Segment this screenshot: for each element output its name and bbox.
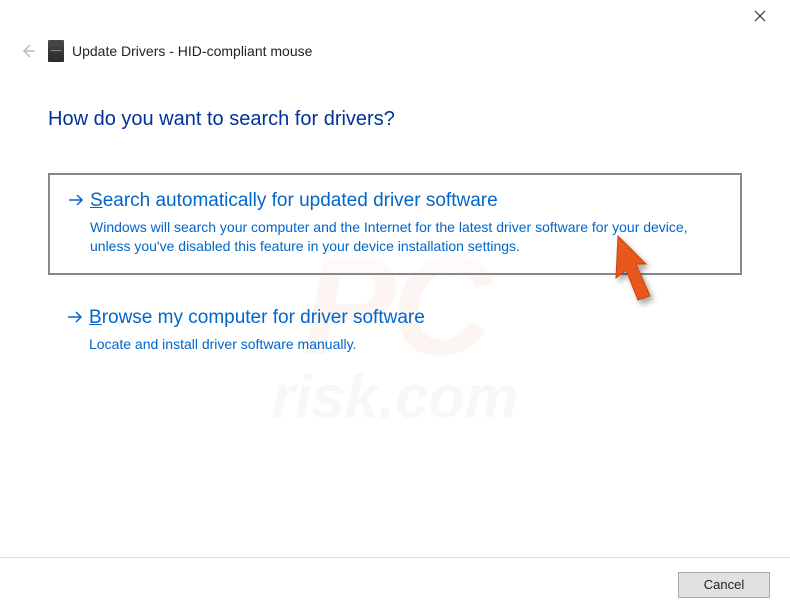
cancel-button[interactable]: Cancel bbox=[678, 572, 770, 598]
back-button[interactable] bbox=[18, 41, 38, 61]
back-arrow-icon bbox=[19, 42, 37, 60]
wizard-title: Update Drivers - HID-compliant mouse bbox=[72, 43, 312, 59]
wizard-footer: Cancel bbox=[0, 557, 790, 611]
device-icon bbox=[48, 40, 64, 62]
wizard-content: How do you want to search for drivers? S… bbox=[0, 76, 790, 371]
annotation-cursor-arrow bbox=[608, 228, 678, 313]
watermark-url: risk.com bbox=[272, 363, 519, 432]
close-icon bbox=[754, 10, 766, 22]
arrow-icon bbox=[67, 310, 89, 329]
arrow-icon bbox=[68, 193, 90, 212]
option-browse-desc: Locate and install driver software manua… bbox=[89, 335, 723, 355]
wizard-header: Update Drivers - HID-compliant mouse bbox=[0, 32, 790, 76]
option-auto-title: Search automatically for updated driver … bbox=[90, 189, 722, 214]
titlebar bbox=[0, 0, 790, 32]
option-search-automatically[interactable]: Search automatically for updated driver … bbox=[48, 173, 742, 275]
close-button[interactable] bbox=[740, 2, 780, 30]
page-heading: How do you want to search for drivers? bbox=[48, 108, 742, 131]
